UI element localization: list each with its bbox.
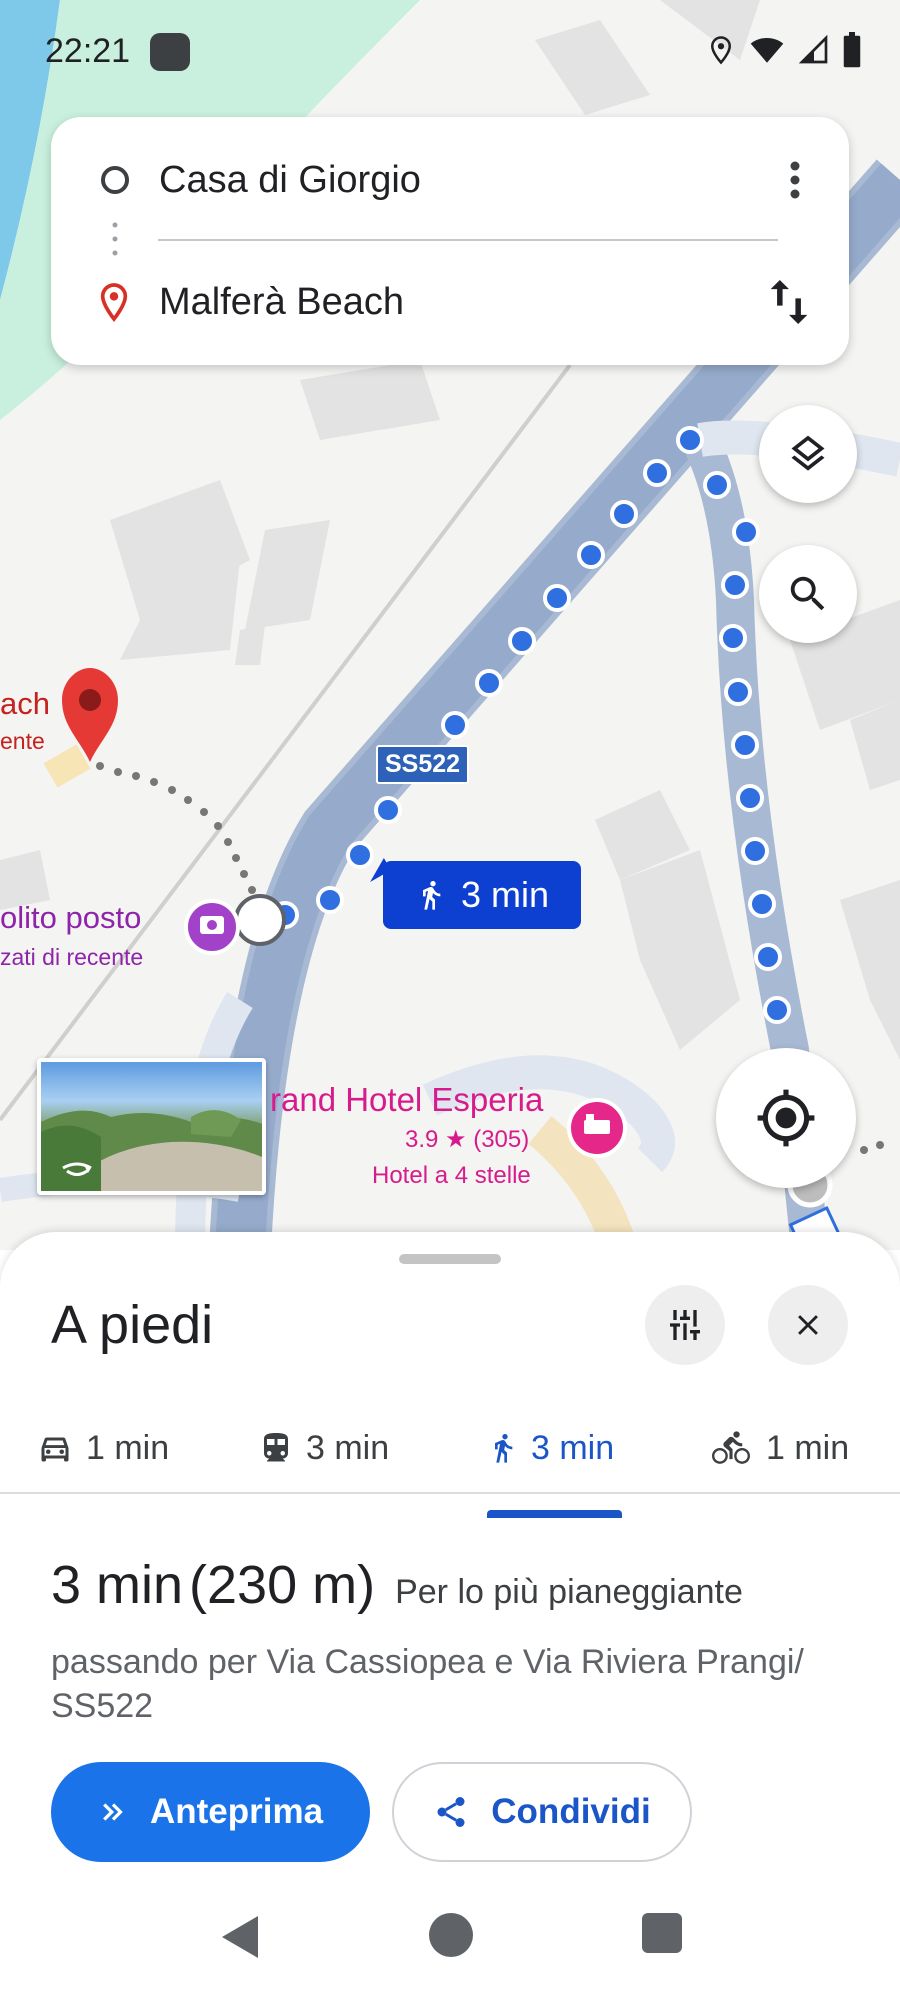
sheet-drag-handle[interactable] [399, 1254, 501, 1264]
route-duration: 3 min [51, 1555, 184, 1615]
close-button[interactable] [768, 1285, 848, 1365]
origin-row[interactable]: Casa di Giorgio [51, 135, 849, 225]
directions-sheet: A piedi 1 min 3 min 3 min 1 min 3 min (2… [0, 1232, 900, 2000]
wifi-icon [750, 37, 784, 63]
car-icon [41, 1437, 69, 1462]
more-vert-icon[interactable] [789, 160, 801, 200]
destination-row[interactable]: Malferà Beach [51, 257, 849, 347]
app-notification-icon [150, 33, 190, 71]
beach-place-label[interactable]: ach [0, 686, 50, 722]
hotel-rating: 3.9 ★ (305) [405, 1126, 530, 1153]
search-icon [790, 576, 825, 611]
bike-icon [712, 1431, 750, 1464]
destination-field[interactable]: Malferà Beach [159, 281, 404, 324]
origin-circle-icon [101, 166, 129, 194]
share-button[interactable]: Condividi [392, 1762, 692, 1862]
tab-bike-label: 1 min [766, 1428, 850, 1467]
transit-icon [264, 1433, 288, 1462]
battery-icon [843, 32, 861, 68]
hotel-type: Hotel a 4 stelle [372, 1162, 531, 1189]
back-icon[interactable] [218, 1912, 262, 1962]
eta-chip[interactable]: 3 min [363, 857, 581, 929]
road-shield-ss522: SS522 [376, 745, 470, 784]
tab-bike[interactable]: 1 min [708, 1404, 849, 1492]
destination-pin-icon [100, 283, 128, 322]
photo-place-sublabel: zati di recente [0, 944, 144, 970]
photo-place-label[interactable]: olito posto [0, 900, 141, 936]
preview-button[interactable]: Anteprima [51, 1762, 370, 1862]
status-bar: 22:21 [0, 0, 900, 100]
travel-mode-tabs: 1 min 3 min 3 min 1 min [0, 1404, 900, 1494]
walk-icon [495, 1434, 513, 1463]
system-nav-bar [0, 1890, 900, 2000]
close-icon [798, 1315, 818, 1335]
signal-icon [798, 34, 828, 64]
location-icon [710, 36, 732, 65]
route-summary: 3 min (230 m) Per lo più pianeggiante [51, 1554, 743, 1616]
share-button-label: Condividi [491, 1792, 651, 1831]
hotel-place-label[interactable]: rand Hotel Esperia [270, 1081, 543, 1119]
search-button[interactable] [759, 545, 857, 643]
my-location-icon [757, 1089, 815, 1147]
tab-transit-label: 3 min [306, 1428, 390, 1467]
my-location-button[interactable] [716, 1048, 856, 1188]
status-time: 22:21 [45, 32, 131, 70]
active-tab-indicator [487, 1510, 622, 1518]
options-button[interactable] [645, 1285, 725, 1365]
tab-drive[interactable]: 1 min [36, 1404, 169, 1492]
route-via: passando per Via Cassiopea e Via Riviera… [51, 1643, 804, 1725]
route-qualifier: Per lo più pianeggiante [395, 1573, 743, 1611]
tab-transit[interactable]: 3 min [258, 1404, 389, 1492]
beach-place-sublabel: ente [0, 728, 45, 754]
layers-icon [791, 435, 825, 471]
recents-icon[interactable] [641, 1912, 683, 1954]
layers-button[interactable] [759, 405, 857, 503]
origin-field[interactable]: Casa di Giorgio [159, 159, 421, 202]
sheet-title: A piedi [51, 1295, 214, 1355]
rotate-360-icon [62, 1162, 92, 1176]
double-chevron-icon [103, 1803, 123, 1821]
eta-chip-label: 3 min [460, 874, 550, 915]
preview-button-label: Anteprima [149, 1792, 324, 1831]
route-divider [158, 239, 778, 241]
walk-icon [422, 881, 441, 910]
tune-icon [670, 1310, 700, 1340]
street-view-thumbnail[interactable] [37, 1058, 266, 1195]
route-connector-dots [112, 222, 118, 256]
tab-drive-label: 1 min [86, 1428, 170, 1467]
tab-walk[interactable]: 3 min [487, 1404, 614, 1492]
tab-walk-label: 3 min [531, 1428, 615, 1467]
home-icon[interactable] [428, 1912, 474, 1958]
route-distance: (230 m) [189, 1555, 376, 1615]
swap-vert-icon[interactable] [767, 276, 811, 328]
status-icons [706, 32, 862, 68]
route-card: Casa di Giorgio Malferà Beach [51, 117, 849, 365]
share-icon [437, 1797, 465, 1827]
